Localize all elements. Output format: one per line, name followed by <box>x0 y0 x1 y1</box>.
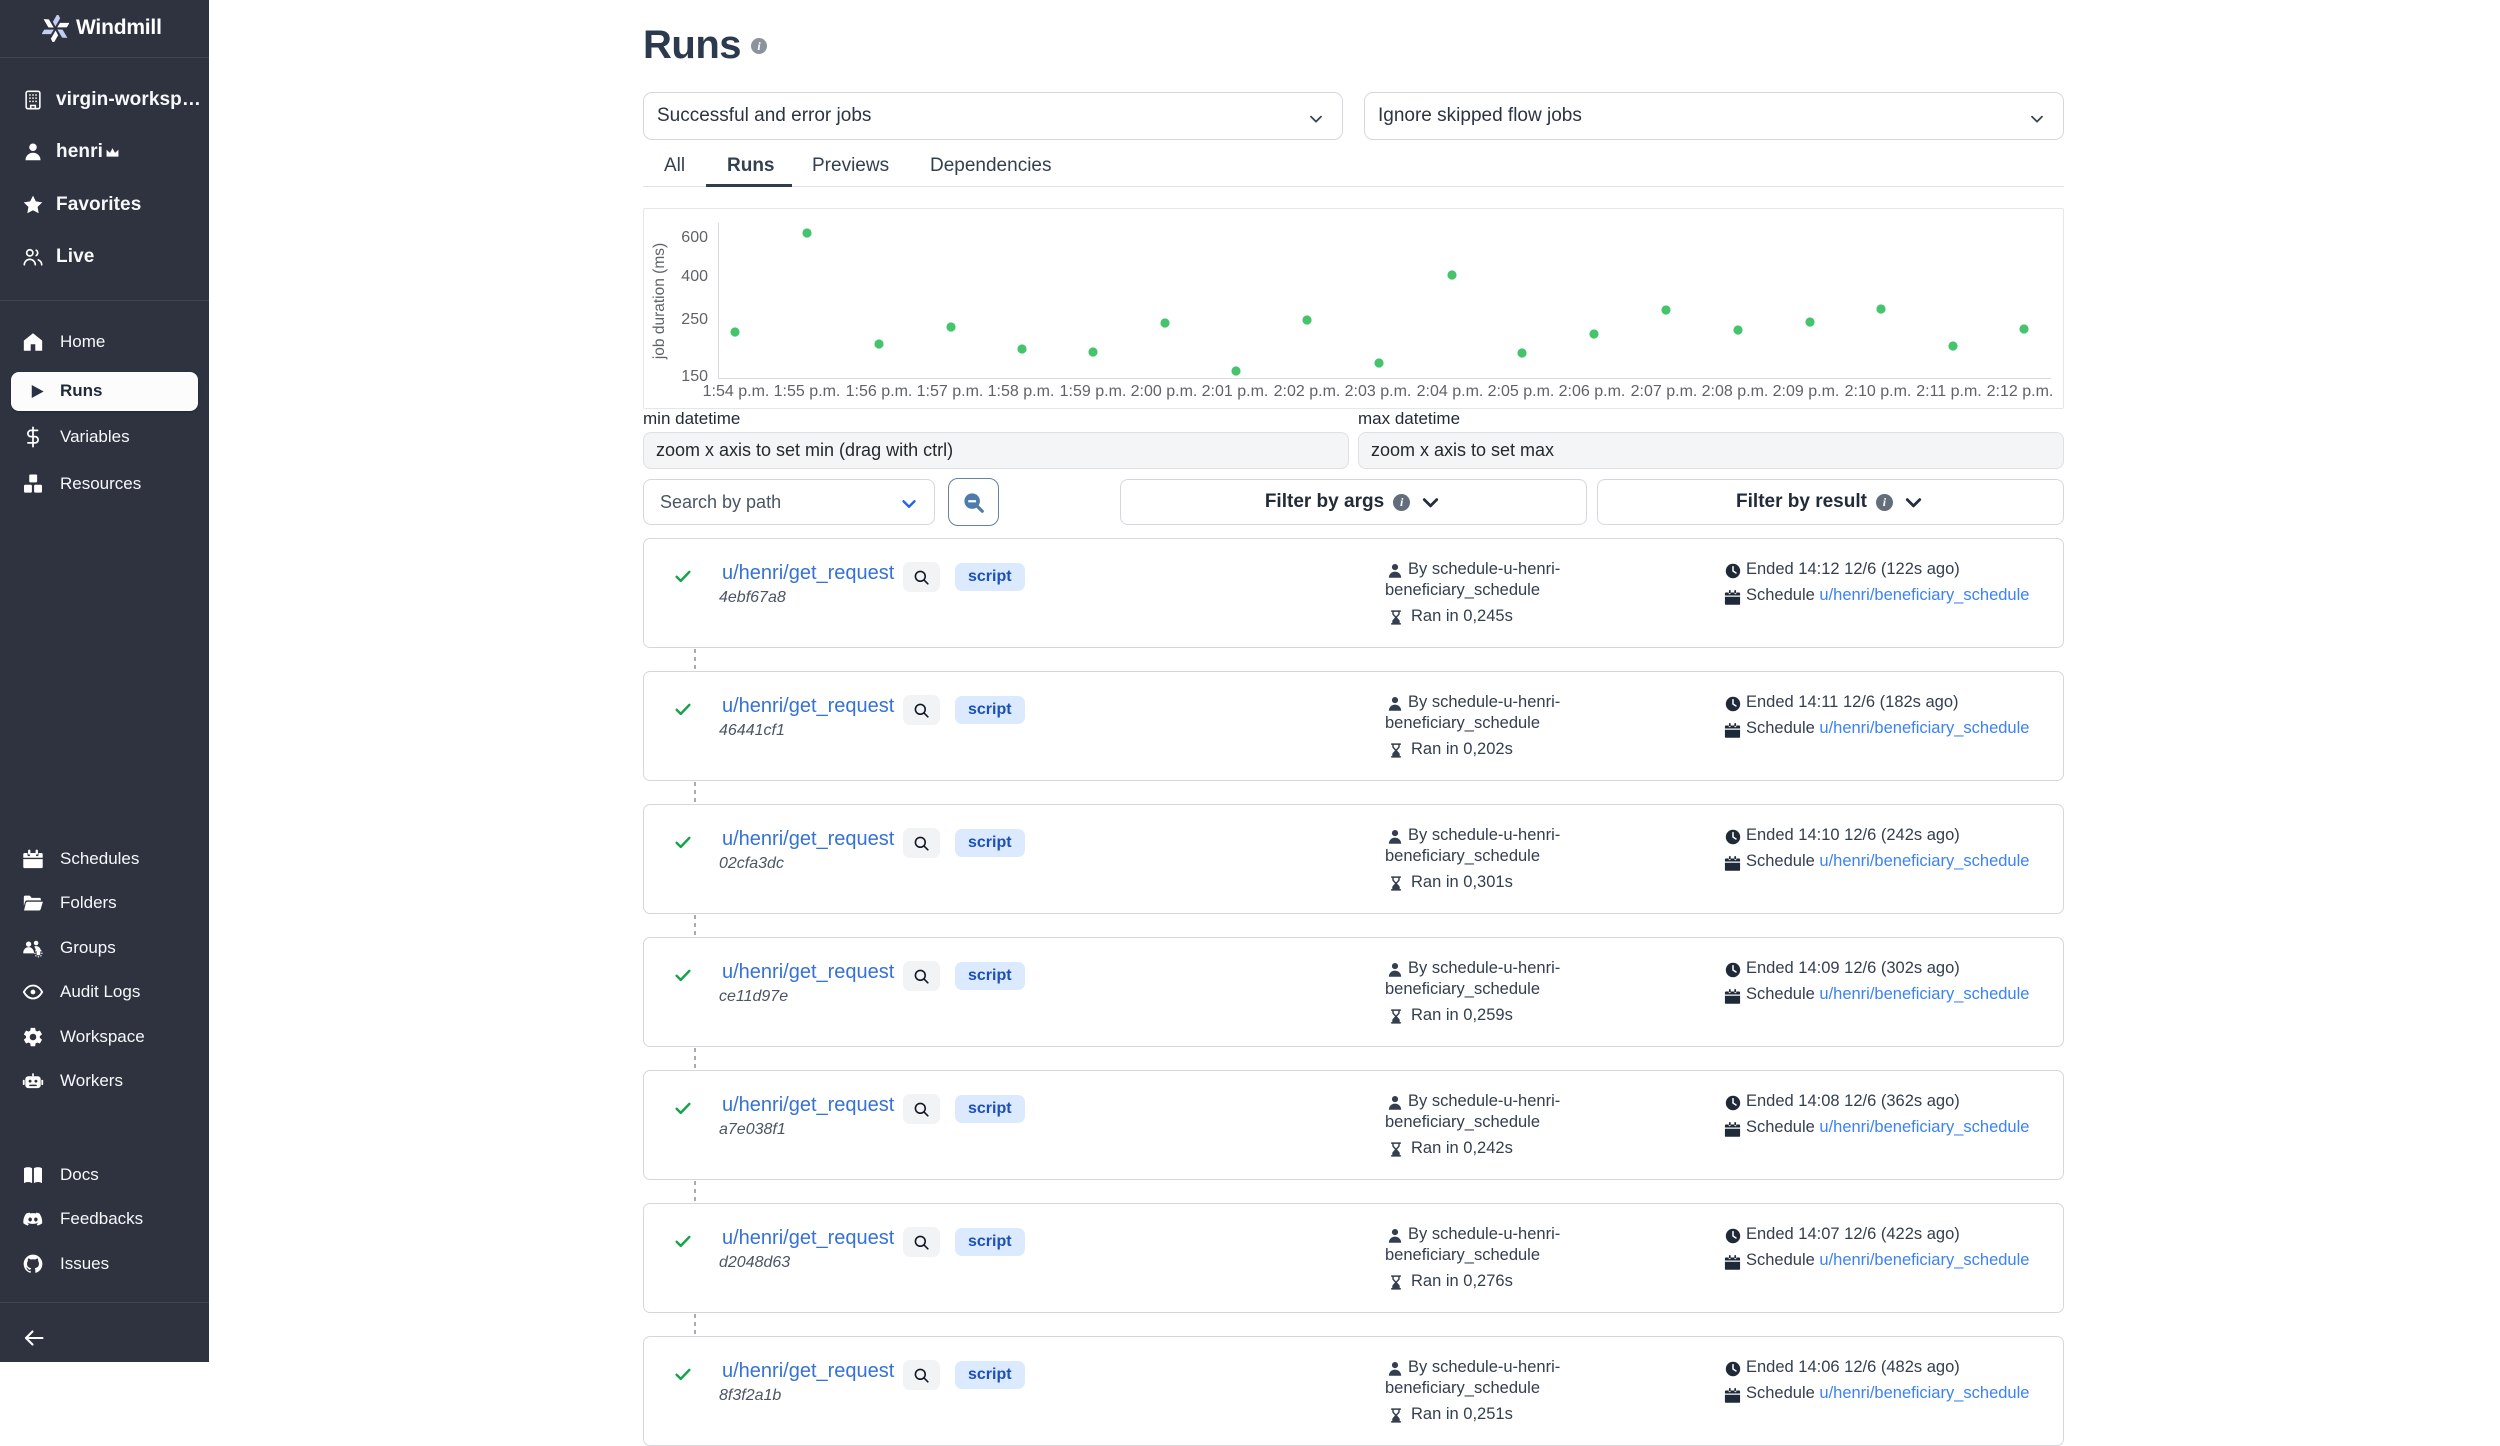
svg-text:400: 400 <box>681 268 708 285</box>
svg-text:250: 250 <box>681 311 708 328</box>
svg-text:1:59 p.m.: 1:59 p.m. <box>1060 383 1127 400</box>
svg-text:2:07 p.m.: 2:07 p.m. <box>1631 383 1698 400</box>
svg-text:2:12 p.m.: 2:12 p.m. <box>1987 383 2054 400</box>
svg-text:2:00 p.m.: 2:00 p.m. <box>1131 383 1198 400</box>
svg-text:600: 600 <box>681 229 708 246</box>
svg-text:2:11 p.m.: 2:11 p.m. <box>1916 383 1982 400</box>
svg-text:job duration (ms): job duration (ms) <box>651 243 668 360</box>
svg-text:2:01 p.m.: 2:01 p.m. <box>1202 383 1269 400</box>
svg-text:1:56 p.m.: 1:56 p.m. <box>846 383 913 400</box>
svg-text:2:10 p.m.: 2:10 p.m. <box>1845 383 1912 400</box>
svg-text:2:05 p.m.: 2:05 p.m. <box>1488 383 1555 400</box>
svg-text:1:55 p.m.: 1:55 p.m. <box>774 383 841 400</box>
svg-text:2:02 p.m.: 2:02 p.m. <box>1274 383 1341 400</box>
svg-text:2:04 p.m.: 2:04 p.m. <box>1417 383 1484 400</box>
svg-text:1:58 p.m.: 1:58 p.m. <box>988 383 1055 400</box>
svg-text:2:09 p.m.: 2:09 p.m. <box>1773 383 1840 400</box>
svg-text:2:06 p.m.: 2:06 p.m. <box>1559 383 1626 400</box>
svg-text:2:03 p.m.: 2:03 p.m. <box>1345 383 1412 400</box>
svg-text:2:08 p.m.: 2:08 p.m. <box>1702 383 1769 400</box>
svg-text:1:54 p.m.: 1:54 p.m. <box>703 383 770 400</box>
svg-text:1:57 p.m.: 1:57 p.m. <box>917 383 984 400</box>
